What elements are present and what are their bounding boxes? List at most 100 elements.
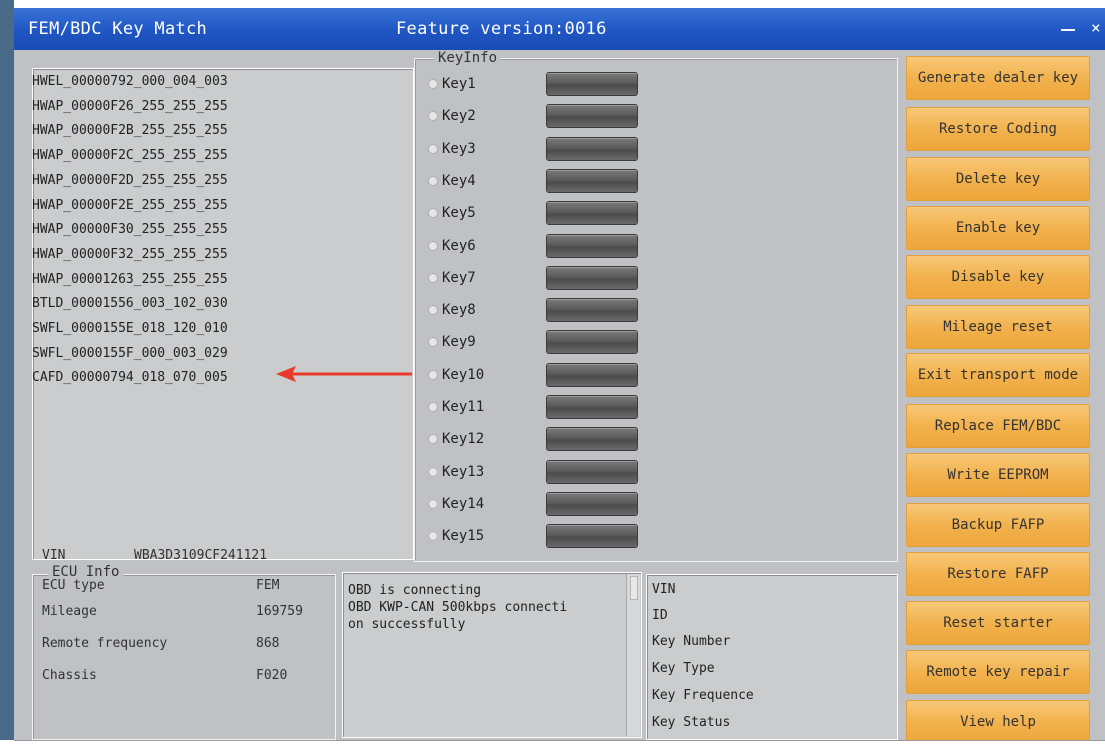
key-radio[interactable]: [428, 240, 438, 251]
module-list-item[interactable]: HWAP_00000F2E_255_255_255: [32, 198, 228, 213]
ecu-field-label: ECU type: [42, 578, 105, 593]
restore-coding-button[interactable]: Restore Coding: [906, 107, 1090, 151]
key-value-field: [546, 72, 638, 96]
key-slot-8: Key8: [428, 298, 668, 324]
module-list-item[interactable]: HWAP_00000F30_255_255_255: [32, 222, 228, 237]
key-radio[interactable]: [428, 369, 438, 380]
title-bar[interactable]: FEM/BDC Key Match Feature version:0016 ×: [14, 8, 1105, 50]
key-detail-label: VIN: [652, 582, 676, 597]
backup-fafp-button[interactable]: Backup FAFP: [906, 503, 1090, 547]
key-value-field: [546, 459, 638, 484]
key-radio[interactable]: [428, 498, 438, 509]
disable-key-button[interactable]: Disable key: [906, 255, 1090, 299]
pointer-arrow-icon: [276, 366, 412, 382]
key-radio[interactable]: [428, 531, 438, 542]
key-radio[interactable]: [428, 111, 438, 122]
key-slot-3: Key3: [428, 136, 668, 163]
key-label: Key2: [442, 108, 476, 125]
key-detail-label: Key Status: [652, 715, 731, 730]
key-slot-4: Key4: [428, 168, 668, 195]
module-list-item[interactable]: HWAP_00000F2B_255_255_255: [32, 123, 228, 138]
window-title: FEM/BDC Key Match: [28, 19, 208, 39]
ecu-field-label: VIN: [42, 548, 66, 563]
key-slot-9: Key9: [428, 330, 668, 356]
key-slot-5: Key5: [428, 201, 668, 227]
ecu-field-value: F020: [256, 668, 288, 683]
ecu-info-group: [32, 574, 336, 740]
key-slot-11: Key11: [428, 395, 668, 421]
key-label: Key12: [442, 431, 485, 448]
key-label: Key13: [442, 463, 485, 480]
key-slot-15: Key15: [428, 524, 668, 550]
key-radio[interactable]: [428, 272, 438, 283]
keyinfo-legend: KeyInfo: [434, 50, 502, 66]
key-radio[interactable]: [428, 143, 438, 154]
minimize-icon[interactable]: [1061, 28, 1075, 31]
key-slot-7: Key7: [428, 265, 668, 292]
log-scrollbar[interactable]: [626, 574, 640, 736]
restore-fafp-button[interactable]: Restore FAFP: [906, 552, 1090, 596]
module-list-item[interactable]: HWAP_00000F26_255_255_255: [32, 99, 228, 114]
key-slot-14: Key14: [428, 491, 668, 518]
key-label: Key6: [442, 237, 476, 254]
module-list-item[interactable]: SWFL_0000155F_000_003_029: [32, 346, 228, 361]
key-detail-label: Key Frequence: [652, 688, 754, 703]
log-scrollbar-thumb[interactable]: [630, 576, 638, 600]
module-list-item[interactable]: HWAP_00000F2C_255_255_255: [32, 148, 228, 163]
module-list-item[interactable]: HWAP_00000F32_255_255_255: [32, 247, 228, 262]
mileage-reset-button[interactable]: Mileage reset: [906, 305, 1090, 349]
module-list-item[interactable]: SWFL_0000155E_018_120_010: [32, 321, 228, 336]
remote-key-repair-button[interactable]: Remote key repair: [906, 650, 1090, 694]
ecu-field-label: Mileage: [42, 604, 97, 619]
status-bar: [14, 740, 1105, 756]
key-radio[interactable]: [428, 175, 438, 186]
exit-transport-mode-button[interactable]: Exit transport mode: [906, 353, 1090, 397]
key-value-field: [546, 395, 638, 419]
module-list-item[interactable]: BTLD_00001556_003_102_030: [32, 296, 228, 311]
key-label: Key7: [442, 269, 476, 286]
generate-dealer-key-button[interactable]: Generate dealer key: [906, 56, 1090, 100]
key-value-field: [546, 265, 638, 290]
ecu-field-value: 169759: [256, 604, 303, 619]
delete-key-button[interactable]: Delete key: [906, 157, 1090, 201]
replace-fem-bdc-button[interactable]: Replace FEM/BDC: [906, 404, 1090, 448]
key-value-field: [546, 201, 638, 226]
enable-key-button[interactable]: Enable key: [906, 206, 1090, 250]
ecu-field-label: Remote frequency: [42, 636, 168, 651]
key-radio[interactable]: [428, 208, 438, 219]
key-label: Key14: [442, 495, 485, 512]
key-value-field: [546, 362, 638, 387]
key-label: Key15: [442, 528, 485, 545]
reset-starter-button[interactable]: Reset starter: [906, 601, 1090, 645]
main-panel: HWEL_00000792_000_004_003 HWAP_00000F26_2…: [14, 50, 1105, 744]
module-list-item[interactable]: CAFD_00000794_018_070_005: [32, 370, 228, 385]
app-window: FEM/BDC Key Match Feature version:0016 ×…: [0, 0, 1105, 756]
log-line: OBD is connecting: [348, 583, 482, 598]
key-radio[interactable]: [428, 79, 438, 89]
write-eeprom-button[interactable]: Write EEPROM: [906, 453, 1090, 497]
view-help-button[interactable]: View help: [906, 700, 1090, 744]
module-list-item[interactable]: HWAP_00001263_255_255_255: [32, 272, 228, 287]
key-radio[interactable]: [428, 402, 438, 412]
key-value-field: [546, 136, 638, 161]
key-label: Key3: [442, 140, 476, 157]
close-icon[interactable]: ×: [1091, 18, 1105, 37]
key-slot-6: Key6: [428, 233, 668, 260]
key-detail-label: Key Number: [652, 634, 731, 649]
key-detail-label: Key Type: [652, 661, 715, 676]
key-radio[interactable]: [428, 305, 438, 316]
module-list-item[interactable]: HWAP_00000F2D_255_255_255: [32, 173, 228, 188]
module-list-item[interactable]: HWEL_00000792_000_004_003: [32, 74, 228, 89]
key-slot-13: Key13: [428, 459, 668, 486]
module-list[interactable]: [32, 68, 414, 560]
log-line: OBD KWP-CAN 500kbps connecti: [348, 600, 568, 615]
key-value-field: [546, 168, 638, 193]
key-radio[interactable]: [428, 466, 438, 477]
key-value-field: [546, 491, 638, 516]
feature-version: Feature version:0016: [396, 19, 607, 39]
key-detail-label: ID: [652, 608, 668, 623]
key-radio[interactable]: [428, 434, 438, 445]
key-label: Key5: [442, 205, 476, 222]
key-radio[interactable]: [428, 337, 438, 348]
log-line: on successfully: [348, 617, 466, 632]
